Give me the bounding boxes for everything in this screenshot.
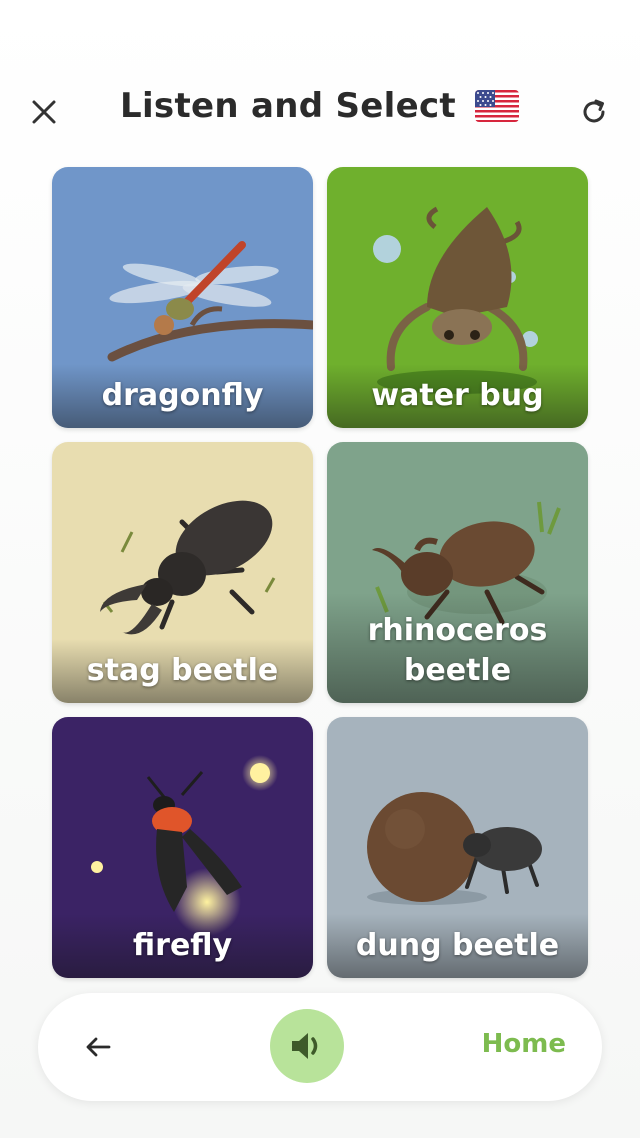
card-dung-beetle[interactable]: dung beetle <box>327 717 588 978</box>
answer-grid: dragonfly water bug stag beetle rhinocer… <box>52 167 588 978</box>
card-label: dragonfly <box>101 378 264 413</box>
card-label: stag beetle <box>86 653 279 688</box>
card-rhinoceros-beetle[interactable]: rhinoceros beetle <box>327 442 588 703</box>
card-stag-beetle[interactable]: stag beetle <box>52 442 313 703</box>
page-title: Listen and Select <box>119 86 456 126</box>
back-button[interactable] <box>78 1027 118 1067</box>
refresh-button[interactable] <box>574 92 614 132</box>
speaker-icon <box>292 1033 318 1059</box>
refresh-icon <box>583 99 605 123</box>
card-dragonfly[interactable]: dragonfly <box>52 167 313 428</box>
title-area: Listen and Select <box>0 86 640 126</box>
card-label: firefly <box>132 928 233 963</box>
us-flag-icon <box>475 90 519 122</box>
arrow-left-icon <box>86 1037 111 1057</box>
bottom-bar: Home <box>38 993 602 1101</box>
header: Listen and Select <box>0 80 640 144</box>
home-button[interactable]: Home <box>482 1029 566 1059</box>
card-label: dung beetle <box>355 928 560 963</box>
card-label: rhinoceros beetle <box>367 613 548 688</box>
card-firefly[interactable]: firefly <box>52 717 313 978</box>
card-water-bug[interactable]: water bug <box>327 167 588 428</box>
card-label: water bug <box>371 378 544 413</box>
play-sound-button[interactable] <box>270 1009 344 1083</box>
